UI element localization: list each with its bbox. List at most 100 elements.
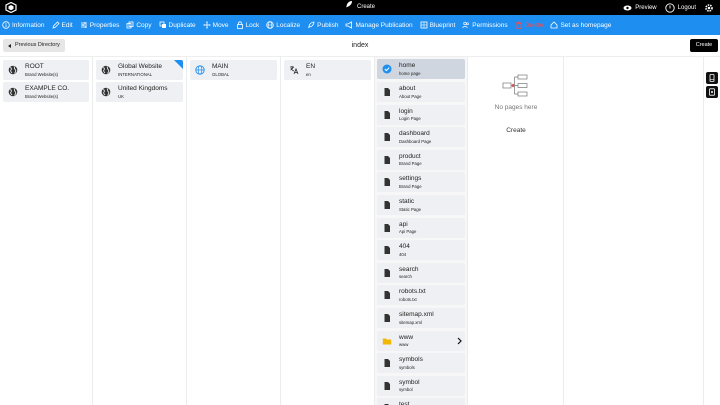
edit-button[interactable]: Edit: [51, 21, 73, 29]
column-sites: MAIN GLOBAL: [187, 57, 281, 405]
globe-icon: [266, 21, 274, 29]
page-icon: [384, 223, 390, 232]
column-pages: home home page about About Page login Lo…: [375, 57, 468, 405]
list-item[interactable]: Global Website INTERNATIONAL: [96, 60, 183, 80]
side-tools: [704, 57, 720, 405]
sitemap-icon: [502, 74, 528, 97]
chevron-right-icon[interactable]: [457, 337, 462, 345]
list-item[interactable]: sitemap.xml sitemap.xml: [377, 308, 465, 328]
list-item[interactable]: about About Page: [377, 82, 465, 102]
pencil-icon: [51, 21, 60, 29]
page-icon: [384, 359, 390, 368]
page-icon: [384, 291, 390, 300]
top-bar: Create Preview Logout: [0, 0, 720, 15]
sliders-icon: [80, 22, 87, 28]
globe-icon: [101, 87, 111, 97]
action-toolbar: Information Edit Properties Copy Duplica…: [0, 15, 720, 35]
page-icon: [384, 110, 390, 119]
list-item[interactable]: test: [377, 398, 465, 405]
move-icon: [202, 21, 211, 29]
mobile-preview-button[interactable]: [706, 72, 718, 84]
info-icon: [2, 21, 10, 29]
list-item[interactable]: EXAMPLE CO. Brand Website(s): [3, 82, 89, 102]
list-item[interactable]: search search: [377, 262, 465, 283]
globe-icon: [101, 65, 111, 75]
directory-title: index: [351, 42, 369, 49]
mobile-icon: [709, 74, 715, 82]
list-item[interactable]: home home page: [377, 59, 465, 79]
lock-icon: [236, 21, 243, 29]
folder-icon: [382, 338, 392, 345]
information-button[interactable]: Information: [2, 21, 45, 29]
megaphone-icon: [346, 21, 353, 29]
list-item[interactable]: login Login Page: [377, 104, 465, 125]
move-button[interactable]: Move: [202, 21, 229, 29]
set-as-homepage-button[interactable]: Set as homepage: [550, 21, 611, 29]
eye-icon: [623, 5, 632, 10]
list-item[interactable]: settings Brand Page: [377, 172, 465, 193]
empty-message: No pages here: [494, 104, 538, 111]
create-page-button[interactable]: Create: [468, 127, 564, 134]
duplicate-button[interactable]: Duplicate: [159, 21, 196, 29]
copy-button[interactable]: Copy: [126, 21, 152, 29]
list-item[interactable]: symbols symbols: [377, 353, 465, 374]
column-brands: ROOT Brand Website(s) EXAMPLE CO. Brand …: [0, 57, 93, 405]
page-icon: [384, 155, 390, 164]
tablet-icon: [709, 88, 715, 96]
column-blank: [564, 57, 704, 405]
permissions-button[interactable]: Permissions: [462, 21, 508, 29]
page-icon: [384, 88, 390, 96]
page-icon: [384, 246, 390, 255]
publish-button[interactable]: Publish: [307, 21, 338, 29]
list-item[interactable]: EN en: [284, 60, 371, 80]
list-item[interactable]: MAIN GLOBAL: [190, 60, 277, 80]
globe-icon: [8, 65, 18, 75]
check-circle-icon: [382, 64, 392, 74]
directory-bar: Previous Directory index Create: [0, 35, 720, 57]
page-icon: [384, 268, 390, 277]
list-item[interactable]: www www: [377, 330, 465, 351]
page-icon: [384, 178, 390, 187]
page-icon: [384, 133, 390, 142]
column-empty: No pages here Create: [468, 57, 564, 405]
gear-icon[interactable]: [704, 3, 714, 13]
delete-button[interactable]: Delete: [515, 21, 543, 29]
translate-icon: [290, 66, 299, 75]
list-item[interactable]: 404 404: [377, 240, 465, 261]
power-icon: [664, 2, 675, 13]
copy-icon: [126, 21, 134, 29]
rocket-icon: [307, 21, 315, 29]
page-icon: [384, 201, 390, 209]
list-item[interactable]: api Api Page: [377, 217, 465, 238]
tablet-preview-button[interactable]: [706, 86, 718, 98]
localize-button[interactable]: Localize: [266, 21, 300, 29]
page-icon: [384, 314, 390, 322]
globe-icon: [8, 87, 18, 97]
list-item[interactable]: symbol symbol: [377, 375, 465, 396]
properties-button[interactable]: Properties: [80, 21, 119, 29]
list-item[interactable]: dashboard Dashboard Page: [377, 127, 465, 148]
users-icon: [462, 21, 470, 29]
blueprint-icon: [420, 21, 427, 29]
list-item[interactable]: ROOT Brand Website(s): [3, 60, 89, 80]
window-title: Create: [0, 0, 720, 15]
feather-icon: [345, 0, 353, 15]
globe-icon: [195, 65, 205, 75]
logout-button[interactable]: Logout: [664, 2, 696, 13]
column-websites: Global Website INTERNATIONAL United King…: [93, 57, 187, 405]
home-icon: [551, 21, 558, 29]
blueprint-button[interactable]: Blueprint: [420, 21, 455, 29]
preview-button[interactable]: Preview: [623, 5, 657, 11]
column-languages: EN en: [281, 57, 375, 405]
create-button[interactable]: Create: [690, 39, 718, 52]
list-item[interactable]: robots.txt robots.txt: [377, 285, 465, 306]
list-item[interactable]: static Static Page: [377, 195, 465, 215]
active-marker: [174, 60, 183, 69]
trash-icon: [515, 21, 522, 29]
page-icon: [384, 381, 390, 390]
lock-button[interactable]: Lock: [236, 21, 259, 29]
list-item[interactable]: United Kingdoms UK: [96, 82, 183, 102]
duplicate-icon: [159, 21, 166, 28]
manage-publication-button[interactable]: Manage Publication: [345, 21, 413, 29]
list-item[interactable]: product Brand Page: [377, 149, 465, 170]
